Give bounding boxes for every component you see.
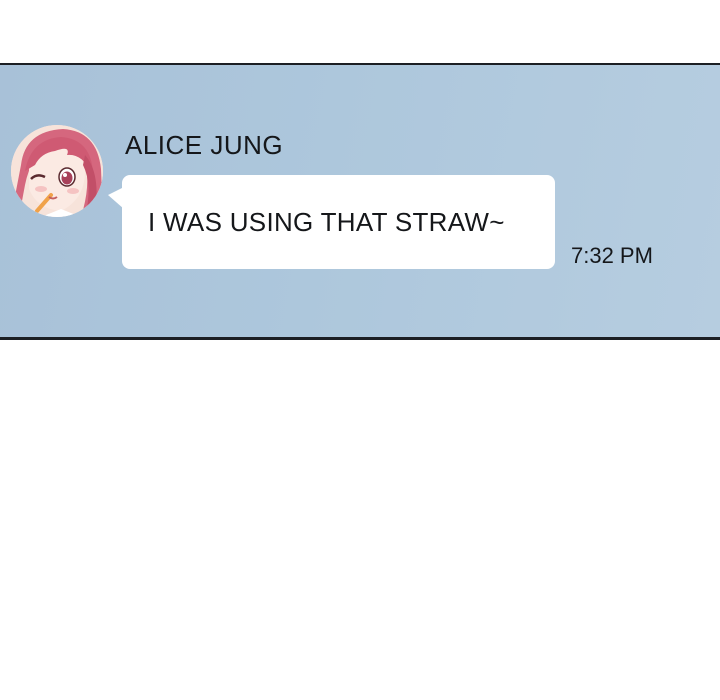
sender-name: ALICE JUNG [125, 130, 284, 160]
sender-avatar[interactable] [11, 125, 103, 217]
message-bubble[interactable]: I WAS USING THAT STRAW~ [108, 175, 555, 269]
message-timestamp: 7:32 PM [571, 243, 653, 268]
chat-panel: ALICE JUNG I WAS USING THAT STRAW~ 7:32 … [0, 63, 720, 340]
message-text: I WAS USING THAT STRAW~ [148, 207, 505, 237]
bubble-tail [108, 187, 124, 209]
profile-avatar-icon [11, 125, 103, 217]
